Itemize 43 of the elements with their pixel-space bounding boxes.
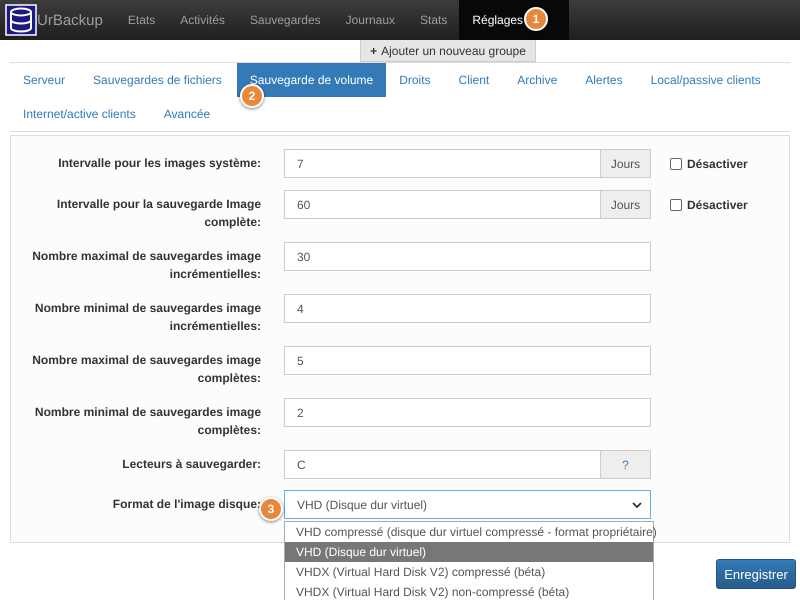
field-label: Nombre minimal de sauvegardes image complètes: bbox=[34, 404, 261, 439]
number-field[interactable]: 60 bbox=[284, 190, 601, 219]
number-field[interactable]: 7 bbox=[284, 149, 601, 178]
add-group-button[interactable]: + Ajouter un nouveau groupe bbox=[360, 40, 536, 62]
database-logo-icon bbox=[5, 4, 37, 36]
checkbox-box[interactable] bbox=[670, 158, 682, 170]
checkbox-box[interactable] bbox=[670, 198, 682, 210]
step-number-badge: 2 bbox=[240, 84, 264, 108]
field-label: Intervalle pour les images système: bbox=[57, 155, 261, 172]
settings-tab[interactable]: Alertes bbox=[572, 63, 636, 97]
nav-link[interactable]: Etats bbox=[114, 0, 168, 40]
field-label: Intervalle pour la sauvegarde Image complète: bbox=[56, 196, 261, 231]
save-button[interactable]: Enregistrer bbox=[716, 559, 796, 589]
disable-checkbox[interactable]: Désactiver bbox=[670, 149, 748, 178]
drives-field[interactable]: C bbox=[284, 450, 601, 479]
number-field[interactable]: 4 bbox=[284, 294, 651, 323]
settings-tab[interactable]: Serveur bbox=[10, 63, 78, 97]
settings-tab[interactable]: Archive bbox=[504, 63, 570, 97]
settings-tab[interactable]: Internet/active clients bbox=[10, 97, 149, 131]
field-label: Lecteurs à sauvegarder: bbox=[121, 456, 261, 473]
field-label: Nombre maximal de sauvegardes image incrémentielles: bbox=[31, 248, 261, 283]
unit-addon: Jours bbox=[601, 149, 651, 178]
settings-tab[interactable]: Sauvegardes de fichiers bbox=[80, 63, 235, 97]
settings-tab[interactable]: Droits bbox=[386, 63, 444, 97]
nav-link[interactable]: Activités bbox=[167, 0, 237, 40]
unit-addon: Jours bbox=[601, 190, 651, 219]
settings-tab[interactable]: Local/passive clients bbox=[638, 63, 774, 97]
settings-tab[interactable]: Avancée bbox=[150, 97, 224, 131]
chevron-down-icon bbox=[632, 500, 642, 510]
help-button[interactable]: ? bbox=[601, 450, 651, 479]
field-label: Format de l'image disque: bbox=[112, 496, 261, 513]
disable-checkbox[interactable]: Désactiver bbox=[670, 190, 748, 219]
dropdown-option[interactable]: VHD (Disque dur virtuel) bbox=[285, 542, 653, 562]
number-field[interactable]: 5 bbox=[284, 346, 651, 375]
number-field[interactable]: 2 bbox=[284, 398, 651, 427]
field-label: Nombre maximal de sauvegardes image complètes: bbox=[31, 352, 261, 387]
settings-tab[interactable]: Client bbox=[446, 63, 502, 97]
nav-link[interactable]: Stats bbox=[407, 0, 460, 40]
field-label: Nombre minimal de sauvegardes image incrémentielles: bbox=[34, 300, 261, 335]
brand-name: UrBackup bbox=[37, 12, 103, 28]
nav-link[interactable]: Sauvegardes bbox=[236, 0, 333, 40]
number-field[interactable]: 30 bbox=[284, 242, 651, 271]
nav-link[interactable]: Journaux bbox=[332, 0, 407, 40]
